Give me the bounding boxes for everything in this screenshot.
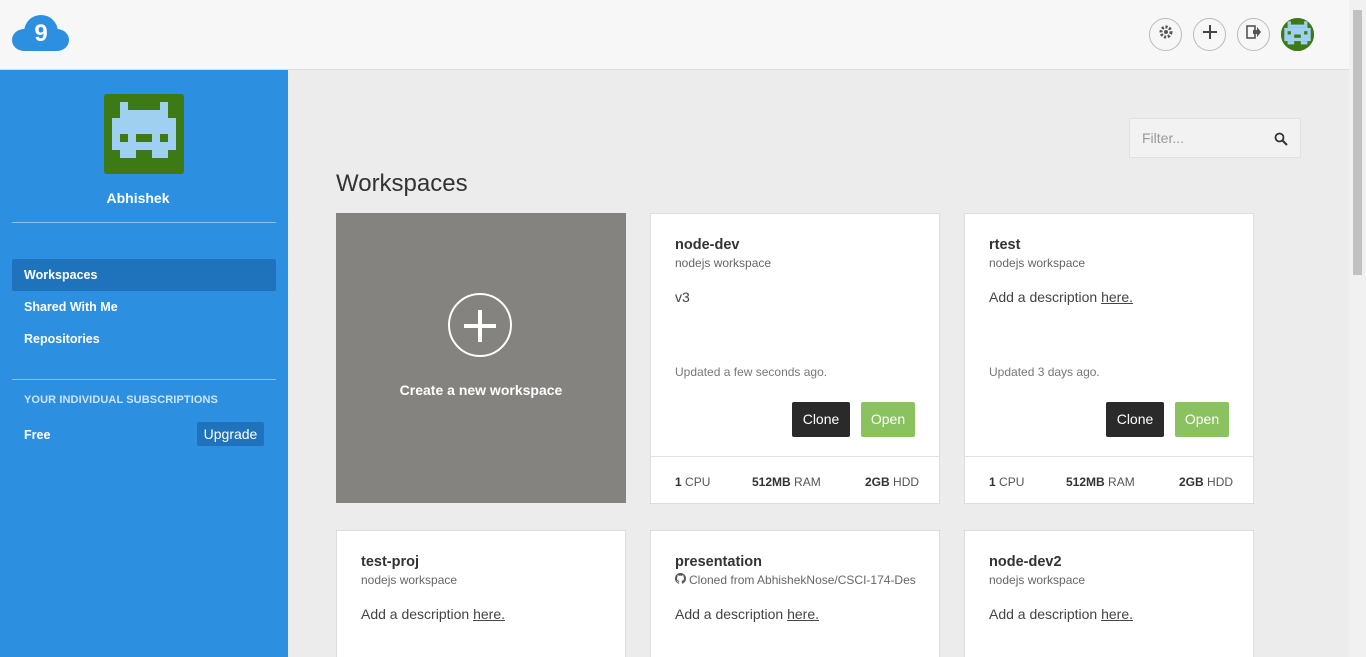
logout-icon [1245,25,1262,44]
sidebar-item-workspaces[interactable]: Workspaces [12,259,276,291]
scrollbar-thumb[interactable] [1353,10,1362,275]
add-description-link[interactable]: here. [1101,289,1133,305]
filter-input[interactable] [1142,130,1272,146]
workspace-description: Add a description here. [989,289,1133,305]
workspace-card[interactable]: node-dev nodejs workspace v3 Updated a f… [650,213,940,504]
cloud9-logo[interactable]: 9 [11,15,71,53]
plus-icon [1202,25,1217,44]
workspace-type: nodejs workspace [675,256,772,270]
open-button[interactable]: Open [861,402,915,437]
workspace-description: Add a description here. [675,606,819,622]
clone-button[interactable]: Clone [792,402,850,437]
settings-button[interactable] [1149,18,1182,51]
workspace-card[interactable]: test-proj nodejs workspace Add a descrip… [336,530,626,657]
add-description-link[interactable]: here. [1101,606,1133,622]
svg-text:9: 9 [34,20,47,47]
plan-name: Free [24,428,51,442]
workspace-specs: 1 CPU 512MB RAM 2GB HDD [651,456,939,504]
workspace-name: node-dev2 [989,554,1062,570]
add-description-link[interactable]: here. [473,606,505,622]
workspace-card[interactable]: rtest nodejs workspace Add a description… [964,213,1254,504]
plus-circle-icon [448,293,512,357]
open-button[interactable]: Open [1175,402,1229,437]
workspace-specs: 1 CPU 512MB RAM 2GB HDD [965,456,1253,504]
upgrade-button[interactable]: Upgrade [197,422,264,446]
workspace-description: Add a description here. [361,606,505,622]
workspace-description: Add a description here. [989,606,1133,622]
sidebar: Abhishek Workspaces Shared With Me Repos… [0,70,288,657]
workspace-card[interactable]: presentation Cloned from AbhishekNose/CS… [650,530,940,657]
subscriptions-heading: YOUR INDIVIDUAL SUBSCRIPTIONS [24,394,218,406]
workspace-name: test-proj [361,554,419,570]
create-workspace-card[interactable]: Create a new workspace [336,213,626,503]
search-icon[interactable] [1274,132,1288,151]
add-button[interactable] [1193,18,1226,51]
avatar[interactable] [1281,18,1314,51]
workspace-updated: Updated a few seconds ago. [675,365,828,379]
sidebar-divider [12,379,276,380]
workspace-updated: Updated 3 days ago. [989,365,1100,379]
sidebar-item-repositories[interactable]: Repositories [12,323,276,355]
spec-ram: 512MB RAM [752,475,821,489]
spec-hdd: 2GB HDD [865,475,920,489]
user-name: Abhishek [106,190,170,206]
add-description-link[interactable]: here. [787,606,819,622]
user-avatar [104,94,184,174]
filter-box [1129,118,1301,158]
sidebar-item-shared-with-me[interactable]: Shared With Me [12,291,276,323]
sidebar-divider [12,222,276,223]
workspace-description: v3 [675,289,690,305]
clone-button[interactable]: Clone [1106,402,1164,437]
workspace-type: nodejs workspace [361,573,458,587]
spec-ram: 512MB RAM [1066,475,1135,489]
workspace-type: Cloned from AbhishekNose/CSCI-174-Des [675,573,916,587]
scrollbar[interactable] [1349,0,1366,657]
workspace-name: presentation [675,554,763,570]
workspace-type: nodejs workspace [989,573,1086,587]
spec-cpu: 1 CPU [675,475,711,489]
workspace-type: nodejs workspace [989,256,1086,270]
gear-icon [1158,24,1174,45]
page-title: Workspaces [336,170,468,197]
create-workspace-label: Create a new workspace [399,382,563,398]
top-bar: 9 [0,0,1349,70]
workspace-name: rtest [989,237,1021,253]
spec-cpu: 1 CPU [989,475,1025,489]
github-icon [675,573,686,587]
workspace-card[interactable]: node-dev2 nodejs workspace Add a descrip… [964,530,1254,657]
workspace-name: node-dev [675,237,740,253]
logout-button[interactable] [1237,18,1270,51]
spec-hdd: 2GB HDD [1179,475,1234,489]
